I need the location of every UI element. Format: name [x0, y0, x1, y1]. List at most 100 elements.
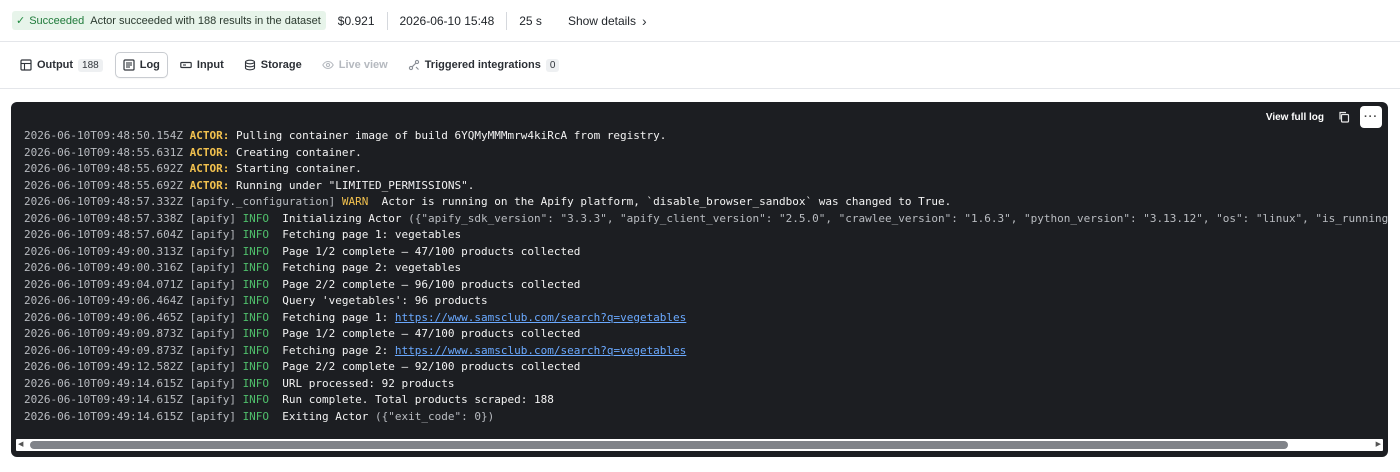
- log-line: 2026-06-10T09:48:55.631Z ACTOR: Creating…: [24, 145, 1388, 162]
- tab-input[interactable]: Input: [172, 52, 232, 78]
- log-timestamp: 2026-06-10T09:49:06.464Z: [24, 294, 183, 307]
- log-timestamp: 2026-06-10T09:49:14.615Z: [24, 376, 183, 390]
- table-icon: [20, 59, 32, 71]
- log-level: INFO: [242, 277, 270, 291]
- log-level: INFO: [242, 244, 270, 258]
- eye-icon: [321, 59, 334, 71]
- log-message: Fetching page 1: vegetables: [269, 228, 462, 241]
- log-level: INFO: [242, 310, 270, 324]
- tab-live-view[interactable]: Live view: [314, 52, 396, 78]
- show-details-button[interactable]: Show details ›: [554, 13, 647, 29]
- integrations-icon: [408, 59, 420, 71]
- status-badge: ✓ Succeeded Actor succeeded with 188 res…: [12, 11, 326, 30]
- log-message: Page 2/2 complete — 96/100 products coll…: [269, 277, 581, 291]
- database-icon: [244, 59, 256, 71]
- log-line: 2026-06-10T09:48:55.692Z ACTOR: Starting…: [24, 161, 1388, 178]
- log-link[interactable]: https://www.samsclub.com/search?q=vegeta…: [395, 311, 686, 324]
- log-timestamp: 2026-06-10T09:49:14.615Z: [24, 409, 183, 423]
- log-source: [apify]: [189, 294, 236, 307]
- log-panel: View full log ··· 2026-06-10T09:48:50.15…: [11, 102, 1388, 457]
- log-timestamp: 2026-06-10T09:48:57.332Z: [24, 195, 183, 208]
- tab-output-label: Output: [37, 59, 74, 71]
- log-link[interactable]: https://www.samsclub.com/search?q=vegeta…: [395, 344, 686, 357]
- log-lines: 2026-06-10T09:48:50.154Z ACTOR: Pulling …: [24, 128, 1388, 425]
- log-timestamp: 2026-06-10T09:49:00.316Z: [24, 261, 183, 274]
- log-source: [apify]: [189, 261, 236, 274]
- log-line: 2026-06-10T09:48:57.338Z [apify] INFO In…: [24, 211, 1388, 228]
- log-line: 2026-06-10T09:49:00.316Z [apify] INFO Fe…: [24, 260, 1388, 277]
- tab-log-label: Log: [139, 59, 160, 71]
- run-status-bar: ✓ Succeeded Actor succeeded with 188 res…: [0, 0, 1400, 42]
- log-toolbar: View full log ···: [1266, 106, 1382, 128]
- log-message: Run complete. Total products scraped: 18…: [269, 393, 554, 406]
- log-timestamp: 2026-06-10T09:48:55.631Z: [24, 145, 183, 159]
- log-timestamp: 2026-06-10T09:48:55.692Z: [24, 162, 183, 175]
- tab-storage[interactable]: Storage: [236, 52, 310, 78]
- scrollbar-thumb[interactable]: [30, 441, 1288, 449]
- log-message: URL processed: 92 products: [269, 376, 455, 390]
- scroll-left-icon[interactable]: ◀: [18, 439, 23, 451]
- log-source: [apify]: [189, 277, 236, 291]
- log-line: 2026-06-10T09:49:14.615Z [apify] INFO Ru…: [24, 392, 1388, 409]
- log-source: [apify._configuration]: [189, 195, 336, 208]
- log-level: INFO: [242, 393, 270, 406]
- log-source: [apify]: [189, 409, 236, 423]
- log-line: 2026-06-10T09:49:06.465Z [apify] INFO Fe…: [24, 310, 1388, 327]
- log-message: Actor is running on the Apify platform, …: [368, 195, 952, 208]
- log-message: Fetching page 2: vegetables: [269, 261, 462, 274]
- log-message: Fetching page 1:: [269, 310, 395, 324]
- horizontal-scrollbar[interactable]: ◀ ▶: [16, 439, 1383, 451]
- log-line: 2026-06-10T09:48:57.604Z [apify] INFO Fe…: [24, 227, 1388, 244]
- view-full-log-link[interactable]: View full log: [1266, 112, 1324, 123]
- input-icon: [180, 59, 192, 71]
- log-source: ACTOR:: [189, 145, 230, 159]
- log-message: Creating container.: [229, 145, 362, 159]
- log-source: ACTOR:: [189, 162, 230, 175]
- chevron-right-icon: ›: [641, 12, 647, 29]
- scroll-right-icon[interactable]: ▶: [1376, 439, 1381, 451]
- status-badge-label: Succeeded: [29, 14, 85, 27]
- run-cost: $0.921: [337, 13, 375, 28]
- log-message: Page 1/2 complete — 47/100 products coll…: [269, 327, 581, 340]
- log-message: Starting container.: [229, 162, 362, 175]
- log-source: ACTOR:: [189, 178, 230, 192]
- log-line: 2026-06-10T09:49:06.464Z [apify] INFO Qu…: [24, 293, 1388, 310]
- log-level: WARN: [341, 195, 369, 208]
- log-level: INFO: [242, 376, 270, 390]
- log-message: Page 2/2 complete — 92/100 products coll…: [269, 360, 581, 373]
- log-source: [apify]: [189, 310, 236, 324]
- tab-triggered-integrations[interactable]: Triggered integrations 0: [400, 52, 568, 78]
- log-line: 2026-06-10T09:49:09.873Z [apify] INFO Fe…: [24, 343, 1388, 360]
- log-timestamp: 2026-06-10T09:48:50.154Z: [24, 129, 183, 142]
- log-line: 2026-06-10T09:49:14.615Z [apify] INFO UR…: [24, 376, 1388, 393]
- log-line: 2026-06-10T09:49:09.873Z [apify] INFO Pa…: [24, 326, 1388, 343]
- more-options-button[interactable]: ···: [1360, 106, 1382, 128]
- log-level: INFO: [242, 211, 270, 225]
- check-icon: ✓: [16, 15, 26, 27]
- copy-icon[interactable]: [1338, 111, 1350, 123]
- log-message: Initializing Actor: [269, 211, 402, 225]
- log-line: 2026-06-10T09:49:04.071Z [apify] INFO Pa…: [24, 277, 1388, 294]
- run-duration: 25 s: [519, 13, 542, 28]
- log-level: INFO: [242, 343, 270, 357]
- log-message: Page 1/2 complete — 47/100 products coll…: [269, 244, 581, 258]
- log-source: [apify]: [189, 376, 236, 390]
- log-line: 2026-06-10T09:49:00.313Z [apify] INFO Pa…: [24, 244, 1388, 261]
- log-level: INFO: [242, 294, 270, 307]
- log-timestamp: 2026-06-10T09:49:14.615Z: [24, 393, 183, 406]
- log-line: 2026-06-10T09:49:14.615Z [apify] INFO Ex…: [24, 409, 1388, 426]
- log-timestamp: 2026-06-10T09:49:12.582Z: [24, 360, 183, 373]
- log-message: Exiting Actor: [269, 409, 369, 423]
- log-source: [apify]: [189, 211, 236, 225]
- tab-output[interactable]: Output 188: [12, 52, 111, 78]
- tab-live-view-label: Live view: [338, 59, 388, 71]
- log-source: ACTOR:: [189, 129, 230, 142]
- status-badge-message: Actor succeeded with 188 results in the …: [90, 14, 321, 27]
- log-source: [apify]: [189, 343, 236, 357]
- log-source: [apify]: [189, 228, 236, 241]
- tab-log[interactable]: Log: [114, 52, 168, 78]
- log-timestamp: 2026-06-10T09:49:04.071Z: [24, 277, 183, 291]
- log-source: [apify]: [189, 360, 236, 373]
- log-level: INFO: [242, 360, 270, 373]
- log-level: INFO: [242, 261, 270, 274]
